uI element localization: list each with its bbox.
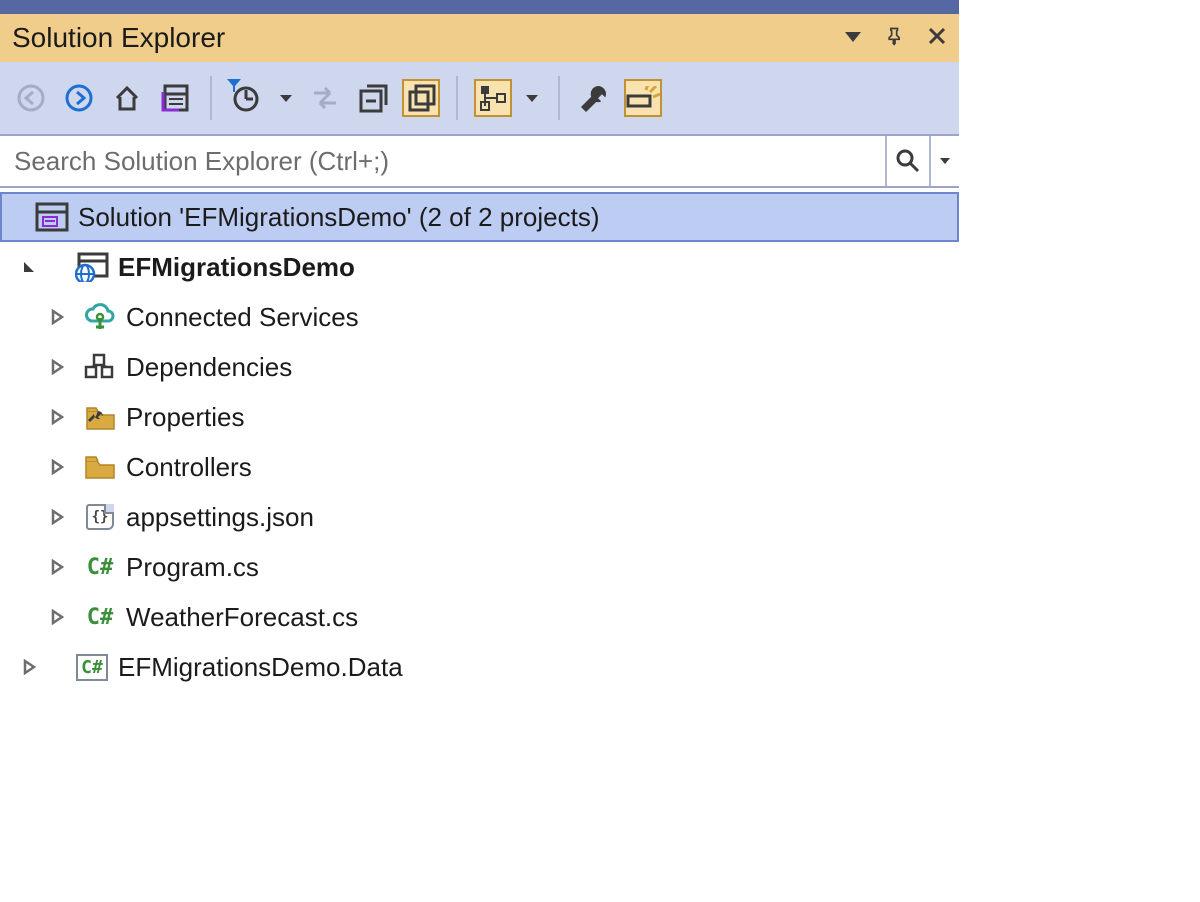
collapse-arrow-icon[interactable] [46,409,68,425]
search-input[interactable] [0,136,885,186]
expand-arrow-icon[interactable] [18,259,40,275]
solution-node[interactable]: Solution 'EFMigrationsDemo' (2 of 2 proj… [0,192,959,242]
appsettings-node[interactable]: {} appsettings.json [0,492,959,542]
project2-label: EFMigrationsDemo.Data [110,652,403,683]
track-dropdown-button[interactable] [522,79,542,117]
toolbar [0,62,959,134]
node-label: Connected Services [118,302,359,333]
properties-folder-icon [82,403,118,431]
node-label: Controllers [118,452,252,483]
home-button[interactable] [108,79,146,117]
track-active-item-button[interactable] [474,79,512,117]
window-options-button[interactable] [843,26,863,51]
node-label: appsettings.json [118,502,314,533]
pin-button[interactable] [885,26,905,51]
back-button[interactable] [12,79,50,117]
panel-titlebar: Solution Explorer [0,14,959,62]
show-all-files-button[interactable] [402,79,440,117]
collapse-arrow-icon[interactable] [46,509,68,525]
collapse-arrow-icon[interactable] [46,309,68,325]
csharp-project-icon: C# [74,654,110,681]
program-node[interactable]: C# Program.cs [0,542,959,592]
solution-icon [34,202,70,232]
toolbar-separator [456,76,458,120]
top-accent-bar [0,0,959,14]
close-button[interactable] [927,26,947,51]
json-file-icon: {} [82,504,118,530]
web-project-icon [74,252,110,282]
collapse-all-button[interactable] [354,79,392,117]
dependencies-icon [82,353,118,381]
properties-button[interactable] [576,79,614,117]
switch-views-button[interactable] [156,79,194,117]
search-row [0,134,959,188]
forward-button[interactable] [60,79,98,117]
collapse-arrow-icon[interactable] [46,609,68,625]
collapse-arrow-icon[interactable] [46,559,68,575]
search-button[interactable] [885,136,929,186]
node-label: WeatherForecast.cs [118,602,358,633]
node-label: Dependencies [118,352,292,383]
tree-view[interactable]: Solution 'EFMigrationsDemo' (2 of 2 proj… [0,188,959,696]
controllers-node[interactable]: Controllers [0,442,959,492]
project-node[interactable]: EFMigrationsDemo [0,242,959,292]
cloud-icon [82,303,118,331]
weather-node[interactable]: C# WeatherForecast.cs [0,592,959,642]
filter-button[interactable] [228,79,266,117]
toolbar-separator [558,76,560,120]
properties-node[interactable]: Properties [0,392,959,442]
collapse-arrow-icon[interactable] [46,459,68,475]
toolbar-separator [210,76,212,120]
search-dropdown-button[interactable] [929,136,959,186]
panel-title: Solution Explorer [12,22,843,54]
solution-explorer-panel: Solution Explorer Solutio [0,0,959,902]
preview-selected-button[interactable] [624,79,662,117]
node-label: Properties [118,402,245,433]
folder-icon [82,454,118,480]
collapse-arrow-icon[interactable] [46,359,68,375]
project-label: EFMigrationsDemo [110,252,355,283]
filter-dropdown-button[interactable] [276,79,296,117]
solution-label: Solution 'EFMigrationsDemo' (2 of 2 proj… [70,202,599,233]
node-label: Program.cs [118,552,259,583]
csharp-file-icon: C# [82,605,118,630]
dependencies-node[interactable]: Dependencies [0,342,959,392]
project2-node[interactable]: C# EFMigrationsDemo.Data [0,642,959,692]
sync-button[interactable] [306,79,344,117]
collapse-arrow-icon[interactable] [18,659,40,675]
csharp-file-icon: C# [82,555,118,580]
connected-services-node[interactable]: Connected Services [0,292,959,342]
